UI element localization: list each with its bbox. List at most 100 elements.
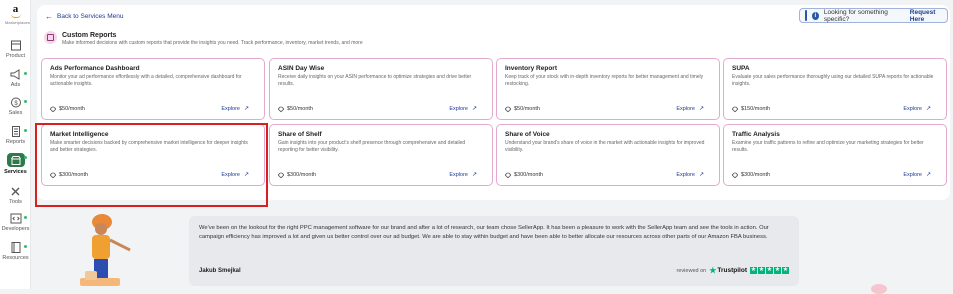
request-banner: i Looking for something specific? Reques…	[799, 8, 948, 23]
card-price: $50/month	[277, 105, 313, 113]
card-description: Monitor your ad performance effortlessly…	[50, 74, 242, 87]
card-description: Receive daily insights on your ASIN perf…	[278, 74, 472, 87]
info-icon: i	[811, 11, 819, 20]
notification-dot	[24, 216, 27, 219]
star-icon: ★	[766, 267, 773, 274]
testimonial-text: We've been on the lookout for the right …	[199, 225, 769, 240]
section-header: Custom Reports Make informed decisions w…	[44, 31, 363, 47]
report-card-share-of-shelf[interactable]: Share of Shelf Gain insights into your p…	[269, 124, 493, 186]
explore-link[interactable]: Explore ↗	[449, 171, 477, 179]
rating-stars: ★ ★ ★ ★ ★	[750, 267, 789, 274]
card-description: Understand your brand's share of voice i…	[505, 140, 705, 153]
price-tag-icon	[504, 171, 512, 179]
explore-link[interactable]: Explore ↗	[676, 105, 704, 113]
price-tag-icon	[277, 105, 285, 113]
sidebar-item-label: Services	[4, 169, 27, 175]
request-here-link[interactable]: Request Here	[910, 9, 947, 23]
star-icon: ★	[782, 267, 789, 274]
sidebar-item-label: Resources	[2, 255, 29, 261]
report-card-traffic-analysis[interactable]: Traffic Analysis Examine your traffic pa…	[723, 124, 947, 186]
report-icon	[44, 31, 57, 44]
card-price: $50/month	[504, 105, 540, 113]
sidebar-item-label: Reports	[5, 139, 26, 145]
star-icon: ★	[774, 267, 781, 274]
box-icon	[10, 40, 21, 51]
card-price: $300/month	[277, 171, 316, 179]
explore-link[interactable]: Explore ↗	[903, 171, 931, 179]
card-description: Gain insights into your product's shelf …	[278, 140, 466, 153]
section-title: Custom Reports	[62, 32, 117, 39]
report-card-inventory[interactable]: Inventory Report Keep track of your stoc…	[496, 58, 720, 120]
arrow-up-right-icon: ↗	[925, 172, 931, 178]
notification-dot	[24, 156, 27, 159]
arrow-up-right-icon: ↗	[471, 106, 477, 112]
price-tag-icon	[277, 171, 285, 179]
sidebar-item-label: Sales	[8, 110, 23, 116]
explore-link[interactable]: Explore ↗	[221, 105, 249, 113]
price-tag-icon	[731, 171, 739, 179]
store-icon	[10, 155, 21, 165]
testimonial-author: Jakub Smejkal	[199, 268, 241, 274]
tools-icon	[11, 187, 19, 196]
card-price: $50/month	[49, 105, 85, 113]
card-title: Inventory Report	[505, 65, 558, 72]
card-title: ASIN Day Wise	[278, 65, 325, 72]
notification-dot	[24, 100, 27, 103]
code-icon	[10, 213, 21, 224]
arrow-up-right-icon: ↗	[925, 106, 931, 112]
sidebar-item-resources[interactable]: Resources	[0, 242, 31, 261]
sidebar: a Marketplaces Product Ads $ Sales Repor…	[0, 0, 31, 289]
card-price: $300/month	[504, 171, 543, 179]
back-label: Back to Services Menu	[57, 13, 124, 20]
report-card-supa[interactable]: SUPA Evaluate your sales performance tho…	[723, 58, 947, 120]
card-description: Examine your traffic patterns to refine …	[732, 140, 924, 153]
card-title: Ads Performance Dashboard	[50, 65, 140, 72]
explore-link[interactable]: Explore ↗	[449, 105, 477, 113]
request-question: Looking for something specific?	[823, 8, 888, 23]
report-card-ads-performance[interactable]: Ads Performance Dashboard Monitor your a…	[41, 58, 265, 120]
sidebar-item-label: Tools	[9, 199, 22, 205]
sidebar-item-product[interactable]: Product	[0, 40, 31, 59]
trustpilot-rating: reviewed on ★ Trustpilot ★ ★ ★ ★ ★	[677, 266, 789, 275]
reviewed-on-label: reviewed on	[676, 267, 707, 274]
price-tag-icon	[504, 105, 512, 113]
sidebar-item-ads[interactable]: Ads	[0, 69, 31, 88]
explore-link[interactable]: Explore ↗	[903, 105, 931, 113]
report-card-share-of-voice[interactable]: Share of Voice Understand your brand's s…	[496, 124, 720, 186]
card-title: Share of Voice	[505, 131, 550, 138]
sidebar-item-sales[interactable]: $ Sales	[0, 97, 31, 116]
section-subtitle: Make informed decisions with custom repo…	[62, 40, 363, 46]
notification-dot	[24, 245, 27, 248]
testimonial-card: We've been on the lookout for the right …	[189, 216, 799, 286]
price-tag-icon	[49, 105, 57, 113]
sidebar-item-label: Product	[6, 53, 25, 59]
dollar-circle-icon: $	[10, 97, 21, 108]
document-icon	[11, 126, 20, 137]
arrow-up-right-icon: ↗	[698, 172, 704, 178]
marketplace-logo[interactable]: a Marketplaces	[5, 3, 30, 26]
book-icon	[11, 242, 20, 253]
star-icon: ★	[709, 266, 717, 275]
notification-dot	[24, 129, 27, 132]
back-to-services-link[interactable]: ← Back to Services Menu	[45, 12, 123, 21]
sidebar-item-label: Developers	[1, 226, 30, 232]
sidebar-item-label: Ads	[10, 82, 21, 88]
sidebar-item-developers[interactable]: Developers	[0, 213, 31, 232]
card-title: Share of Shelf	[278, 131, 322, 138]
price-tag-icon	[731, 105, 739, 113]
decorative-shape	[871, 284, 887, 294]
card-title: SUPA	[732, 65, 750, 72]
card-price: $150/month	[731, 105, 770, 113]
sidebar-item-tools[interactable]: Tools	[0, 186, 31, 205]
card-price: $300/month	[731, 171, 770, 179]
sidebar-item-services[interactable]: Services	[0, 153, 31, 175]
card-description: Evaluate your sales performance thorough…	[732, 74, 934, 87]
svg-text:$: $	[14, 101, 18, 107]
star-icon: ★	[758, 267, 765, 274]
sidebar-item-reports[interactable]: Reports	[0, 126, 31, 145]
amazon-logo-icon: a	[12, 3, 19, 15]
highlight-box	[35, 123, 268, 207]
arrow-left-icon: ←	[45, 12, 53, 21]
explore-link[interactable]: Explore ↗	[676, 171, 704, 179]
report-card-asin-day-wise[interactable]: ASIN Day Wise Receive daily insights on …	[269, 58, 493, 120]
